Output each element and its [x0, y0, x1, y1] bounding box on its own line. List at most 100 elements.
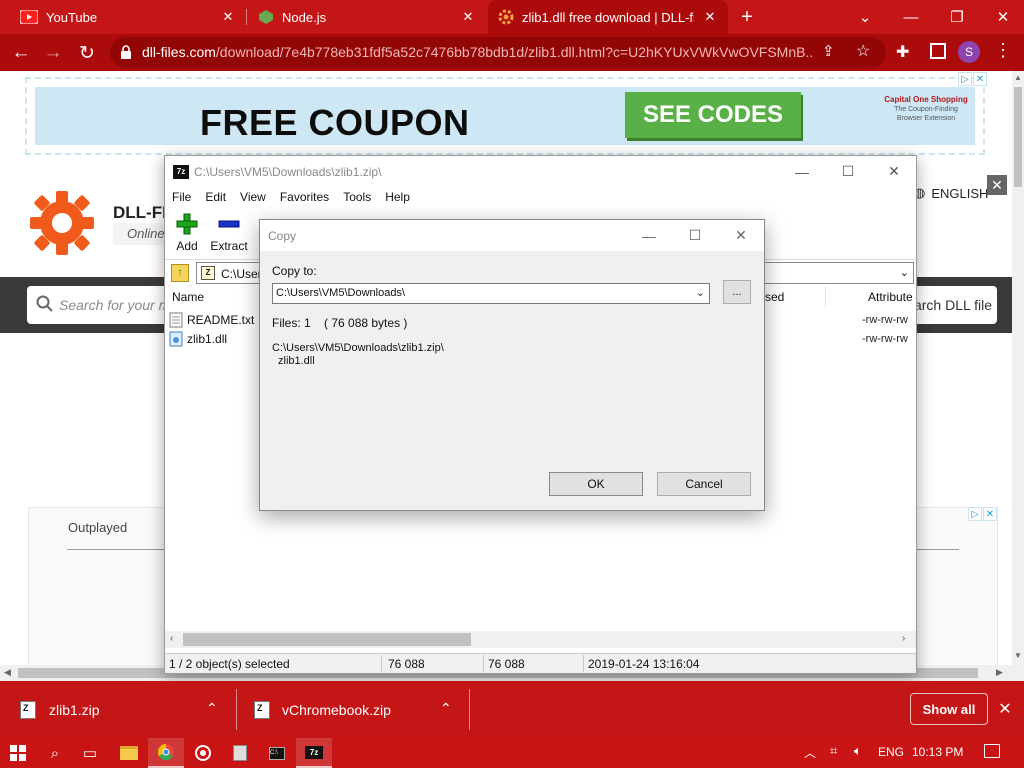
- minimize-icon[interactable]: —: [888, 0, 934, 34]
- terminal-icon[interactable]: C:\: [259, 738, 295, 768]
- tab-search-chevron-icon[interactable]: ⌄: [842, 0, 888, 34]
- status-separator: [381, 655, 382, 672]
- lock-icon[interactable]: [120, 45, 132, 59]
- list-horizontal-scrollbar[interactable]: ‹ ›: [165, 631, 916, 648]
- destination-combobox[interactable]: C:\Users\VM5\Downloads\ ⌄: [272, 283, 710, 304]
- ad-close-icon[interactable]: ✕: [983, 507, 997, 521]
- adchoices-icon[interactable]: ▷: [968, 507, 982, 521]
- file-explorer-icon[interactable]: [111, 738, 147, 768]
- forward-arrow-icon[interactable]: →: [40, 40, 66, 66]
- destination-value: C:\Users\VM5\Downloads\: [276, 287, 405, 299]
- menu-help[interactable]: Help: [378, 187, 417, 207]
- up-folder-icon[interactable]: ↑: [171, 264, 189, 282]
- menu-favorites[interactable]: Favorites: [273, 187, 336, 207]
- task-view-icon[interactable]: ▭: [72, 738, 108, 768]
- file-row[interactable]: README.txt: [169, 310, 254, 329]
- tab-label: YouTube: [46, 9, 98, 25]
- chevron-up-icon[interactable]: ⌃: [206, 700, 218, 717]
- maximize-icon[interactable]: ☐: [825, 156, 871, 187]
- add-button[interactable]: Add: [165, 213, 209, 253]
- scroll-left-icon[interactable]: ◀: [4, 667, 11, 678]
- scroll-thumb[interactable]: [1014, 87, 1022, 187]
- dll-files-logo[interactable]: [28, 189, 96, 257]
- column-header-accessed[interactable]: sed: [765, 286, 826, 308]
- show-all-button[interactable]: Show all: [910, 693, 988, 725]
- tab-nodejs[interactable]: Node.js ✕: [248, 0, 486, 34]
- search-icon[interactable]: ⌕: [37, 738, 73, 768]
- chevron-down-icon[interactable]: ⌄: [696, 286, 705, 299]
- reload-icon[interactable]: ↻: [74, 40, 100, 66]
- search-dll-button[interactable]: arch DLL file: [912, 291, 994, 319]
- volume-icon[interactable]: 🔈︎: [854, 743, 862, 759]
- status-separator: [483, 655, 484, 672]
- column-header-name[interactable]: Name: [172, 286, 262, 308]
- minimize-icon[interactable]: —: [626, 220, 672, 251]
- back-arrow-icon[interactable]: ←: [8, 40, 34, 66]
- maximize-icon[interactable]: ☐: [672, 220, 718, 251]
- input-language[interactable]: ENG: [878, 745, 904, 759]
- close-tab-icon[interactable]: ✕: [220, 9, 236, 25]
- language-selector[interactable]: ◍ ENGLISH: [914, 185, 988, 201]
- zip-file-icon: [20, 700, 36, 719]
- ok-button[interactable]: OK: [549, 472, 643, 496]
- close-ad-icon[interactable]: ✕: [987, 175, 1007, 195]
- bookmark-star-icon[interactable]: ☆: [856, 41, 870, 61]
- file-row[interactable]: zlib1.dll: [169, 329, 227, 348]
- tab-dll-files[interactable]: zlib1.dll free download | DLL-files ✕: [488, 0, 728, 34]
- copy-dialog: Copy — ☐ ✕ Copy to: C:\Users\VM5\Downloa…: [259, 219, 765, 511]
- notifications-icon[interactable]: [984, 744, 1000, 758]
- tray-chevron-icon[interactable]: ︿: [804, 744, 816, 761]
- menu-file[interactable]: File: [165, 187, 198, 207]
- record-app-icon[interactable]: [185, 738, 221, 768]
- youtube-icon: [20, 10, 38, 24]
- profile-avatar[interactable]: S: [958, 41, 980, 63]
- calculator-icon[interactable]: [222, 738, 258, 768]
- scroll-down-icon[interactable]: ▼: [1014, 651, 1022, 660]
- new-tab-button[interactable]: +: [736, 6, 758, 28]
- menu-view[interactable]: View: [233, 187, 273, 207]
- close-icon[interactable]: ✕: [871, 156, 917, 187]
- coupon-ad-banner[interactable]: FREE COUPON SEE CODES Capital One Shoppi…: [25, 77, 985, 155]
- close-window-icon[interactable]: ✕: [980, 0, 1024, 34]
- close-tab-icon[interactable]: ✕: [702, 9, 718, 25]
- address-bar[interactable]: dll-files.com/download/7e4b778eb31fdf5a5…: [110, 37, 886, 68]
- taskbar-clock[interactable]: 10:13 PM: [912, 745, 963, 759]
- cancel-button[interactable]: Cancel: [657, 472, 751, 496]
- ad-close-icon[interactable]: ✕: [973, 72, 987, 86]
- tab-youtube[interactable]: YouTube ✕: [8, 0, 246, 34]
- menu-edit[interactable]: Edit: [198, 187, 233, 207]
- download-item-vchromebook[interactable]: vChromebook.zip ⌃: [254, 681, 464, 738]
- scroll-right-icon[interactable]: ▶: [996, 667, 1003, 678]
- chevron-up-icon[interactable]: ⌃: [440, 700, 452, 717]
- scroll-right-icon[interactable]: ›: [902, 633, 905, 644]
- site-name[interactable]: DLL-FI: [113, 203, 167, 223]
- scroll-left-icon[interactable]: ‹: [170, 633, 173, 644]
- chrome-menu-icon[interactable]: ⋮: [994, 40, 1012, 61]
- extensions-puzzle-icon[interactable]: ✚: [896, 42, 909, 62]
- column-header-attributes[interactable]: Attribute: [868, 286, 916, 308]
- see-codes-button[interactable]: SEE CODES: [625, 92, 801, 138]
- page-vertical-scrollbar[interactable]: ▲ ▼: [1012, 71, 1024, 681]
- download-item-zlib1[interactable]: zlib1.zip ⌃: [20, 681, 230, 738]
- tab-strip: YouTube ✕ Node.js ✕ zlib1.dll free downl…: [0, 0, 1024, 34]
- restore-icon[interactable]: ❐: [934, 0, 980, 34]
- chevron-down-icon[interactable]: ⌄: [900, 266, 909, 279]
- share-icon[interactable]: ⇪: [822, 42, 835, 60]
- windows-start-icon[interactable]: [0, 738, 36, 768]
- close-shelf-icon[interactable]: ✕: [995, 699, 1015, 719]
- network-icon[interactable]: ⌗: [830, 743, 837, 759]
- close-icon[interactable]: ✕: [718, 220, 764, 251]
- side-panel-icon[interactable]: [930, 43, 946, 59]
- browse-button[interactable]: ...: [723, 280, 751, 304]
- scroll-thumb[interactable]: [183, 633, 471, 646]
- menu-tools[interactable]: Tools: [336, 187, 378, 207]
- close-tab-icon[interactable]: ✕: [460, 9, 476, 25]
- 7zip-taskbar-icon[interactable]: 7z: [296, 738, 332, 768]
- extract-button[interactable]: Extract: [207, 213, 251, 253]
- adchoices-icon[interactable]: ▷: [958, 72, 972, 86]
- minimize-icon[interactable]: —: [779, 156, 825, 187]
- chrome-taskbar-icon[interactable]: [148, 738, 184, 768]
- scroll-up-icon[interactable]: ▲: [1014, 73, 1022, 82]
- url-text: dll-files.com/download/7e4b778eb31fdf5a5…: [142, 44, 814, 60]
- files-info: Files: 1 ( 76 088 bytes ): [272, 316, 408, 330]
